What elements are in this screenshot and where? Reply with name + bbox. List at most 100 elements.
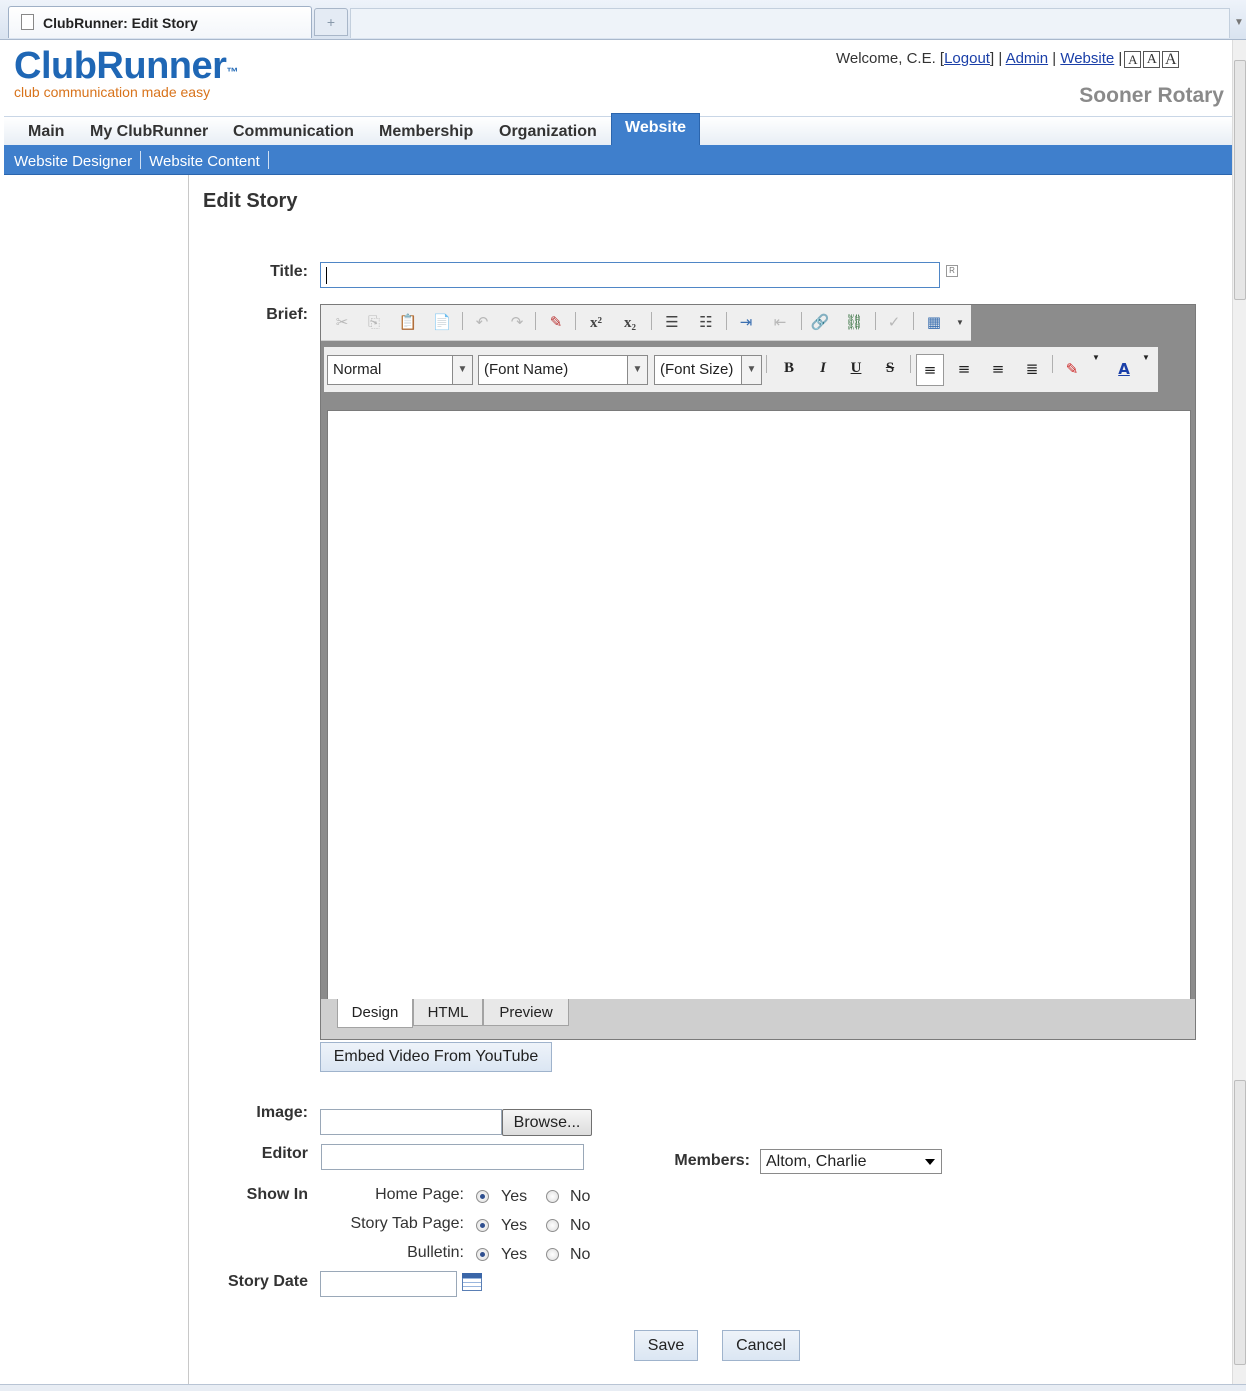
members-label: Members: [674, 1152, 750, 1169]
font-color-icon[interactable]: A [1114, 360, 1134, 378]
sub-nav: Website Designer Website Content [4, 145, 1232, 175]
font-name-value: (Font Name) [484, 361, 569, 378]
subnav-item-website-content[interactable]: Website Content [149, 153, 260, 170]
subscript-icon[interactable]: x₂ [619, 312, 641, 334]
bulletin-yes-radio[interactable] [476, 1248, 489, 1261]
story-tab-yes-label: Yes [501, 1217, 528, 1234]
strikethrough-icon[interactable]: S [880, 360, 900, 377]
paste-icon[interactable]: 📋 [397, 312, 419, 334]
nav-item-communication[interactable]: Communication [233, 123, 354, 141]
font-name-select[interactable]: (Font Name) ▼ [478, 355, 648, 385]
paste-from-word-icon[interactable]: 📄 [431, 312, 453, 334]
editor-toolbar-top: ✂ ⎘ 📋 📄 ↶ ↷ ✎ x² x₂ ☰ ☷ ⇥ ⇤ 🔗 ⛓ ✓ ▦ ▼ [321, 305, 971, 341]
scrollbar-thumb-bottom[interactable] [1234, 1080, 1246, 1365]
browser-tab[interactable]: ClubRunner: Edit Story [8, 6, 312, 38]
browser-tab-strip: ClubRunner: Edit Story + ▼ [0, 0, 1246, 40]
highlight-dropdown-icon[interactable]: ▼ [1086, 353, 1106, 362]
bold-icon[interactable]: B [779, 360, 799, 377]
tab-html[interactable]: HTML [413, 999, 483, 1026]
image-file-input[interactable] [320, 1109, 502, 1135]
save-button[interactable]: Save [634, 1330, 698, 1361]
font-size-medium-button[interactable]: A [1143, 50, 1161, 68]
members-select[interactable]: Altom, Charlie [760, 1149, 942, 1174]
clubrunner-logo[interactable]: ClubRunner™ club communication made easy [14, 46, 238, 100]
nav-item-my-clubrunner[interactable]: My ClubRunner [90, 123, 208, 141]
welcome-bar: Welcome, C.E. [Logout] | Admin | Website… [836, 50, 1180, 68]
editor-content-area[interactable] [327, 410, 1191, 1000]
page-title: Edit Story [203, 190, 298, 212]
browser-tab-title: ClubRunner: Edit Story [43, 15, 198, 31]
align-center-icon[interactable]: ≡ [954, 360, 974, 378]
spellcheck-icon[interactable]: ✎ [545, 312, 567, 334]
logo-trademark: ™ [226, 65, 238, 79]
outdent-icon[interactable]: ⇤ [769, 312, 791, 334]
left-column-divider [188, 175, 189, 1385]
italic-icon[interactable]: I [813, 360, 833, 377]
copy-icon[interactable]: ⎘ [363, 312, 385, 334]
brief-label: Brief: [266, 306, 308, 323]
story-tab-no-radio[interactable] [546, 1219, 559, 1232]
table-dropdown-icon[interactable]: ▼ [949, 312, 971, 334]
highlight-color-icon[interactable]: ✎ [1062, 360, 1082, 378]
font-size-small-button[interactable]: A [1124, 50, 1142, 68]
story-tab-no-label: No [570, 1217, 591, 1234]
font-size-large-button[interactable]: A [1162, 50, 1180, 68]
nav-item-membership[interactable]: Membership [379, 123, 473, 141]
align-left-icon[interactable]: ≡ [916, 354, 944, 386]
title-input[interactable] [320, 262, 940, 288]
home-page-no-radio[interactable] [546, 1190, 559, 1203]
scrollbar-thumb-top[interactable] [1234, 60, 1246, 300]
editor-toolbar-format: Normal ▼ (Font Name) ▼ (Font Size) ▼ B I… [324, 347, 1158, 392]
format-stripper-icon[interactable]: ✓ [883, 312, 905, 334]
browser-status-bar [0, 1384, 1246, 1391]
browse-button[interactable]: Browse... [502, 1109, 592, 1136]
nav-item-website[interactable]: Website [611, 113, 701, 146]
paragraph-style-select[interactable]: Normal ▼ [327, 355, 473, 385]
admin-link[interactable]: Admin [1006, 50, 1049, 67]
dropdown-arrow-icon [925, 1159, 935, 1165]
font-color-dropdown-icon[interactable]: ▼ [1136, 353, 1156, 362]
welcome-text: Welcome, C.E. [836, 50, 936, 67]
logout-link[interactable]: Logout [944, 50, 990, 67]
insert-table-icon[interactable]: ▦ [923, 312, 945, 334]
tab-preview[interactable]: Preview [483, 999, 569, 1026]
members-value: Altom, Charlie [766, 1153, 867, 1170]
new-tab-button[interactable]: + [314, 8, 348, 36]
story-tab-yes-radio[interactable] [476, 1219, 489, 1232]
indent-icon[interactable]: ⇥ [735, 312, 757, 334]
embed-video-button[interactable]: Embed Video From YouTube [320, 1042, 552, 1072]
bulleted-list-icon[interactable]: ☷ [695, 312, 717, 334]
redo-icon[interactable]: ↷ [506, 312, 528, 334]
remove-link-icon[interactable]: ⛓ [843, 312, 865, 334]
cut-icon[interactable]: ✂ [331, 312, 353, 334]
align-right-icon[interactable]: ≡ [988, 360, 1008, 378]
home-page-no-label: No [570, 1188, 591, 1205]
nav-item-main[interactable]: Main [28, 123, 64, 141]
superscript-icon[interactable]: x² [585, 312, 607, 334]
insert-link-icon[interactable]: 🔗 [809, 312, 831, 334]
nav-item-organization[interactable]: Organization [499, 123, 597, 141]
tab-design[interactable]: Design [337, 999, 413, 1028]
logo-tagline: club communication made easy [14, 84, 211, 100]
chevron-down-icon: ▼ [452, 356, 472, 384]
bulletin-label: Bulletin: [407, 1244, 464, 1261]
underline-icon[interactable]: U [846, 360, 866, 377]
undo-icon[interactable]: ↶ [471, 312, 493, 334]
page-scrollbar[interactable] [1232, 40, 1246, 1385]
website-link[interactable]: Website [1060, 50, 1114, 67]
cancel-button[interactable]: Cancel [722, 1330, 800, 1361]
editor-input[interactable] [321, 1144, 584, 1170]
subnav-item-website-designer[interactable]: Website Designer [14, 153, 132, 170]
font-size-select[interactable]: (Font Size) ▼ [654, 355, 762, 385]
page-icon [21, 14, 34, 30]
home-page-yes-radio[interactable] [476, 1190, 489, 1203]
home-page-label: Home Page: [375, 1186, 464, 1203]
bulletin-no-radio[interactable] [546, 1248, 559, 1261]
numbered-list-icon[interactable]: ☰ [661, 312, 683, 334]
calendar-icon[interactable] [462, 1273, 482, 1291]
tab-list-dropdown-icon[interactable]: ▼ [1232, 8, 1246, 38]
align-justify-icon[interactable]: ≣ [1022, 360, 1042, 378]
story-date-input[interactable] [320, 1271, 457, 1297]
show-in-label: Show In [246, 1186, 308, 1203]
title-label: Title: [270, 263, 308, 280]
